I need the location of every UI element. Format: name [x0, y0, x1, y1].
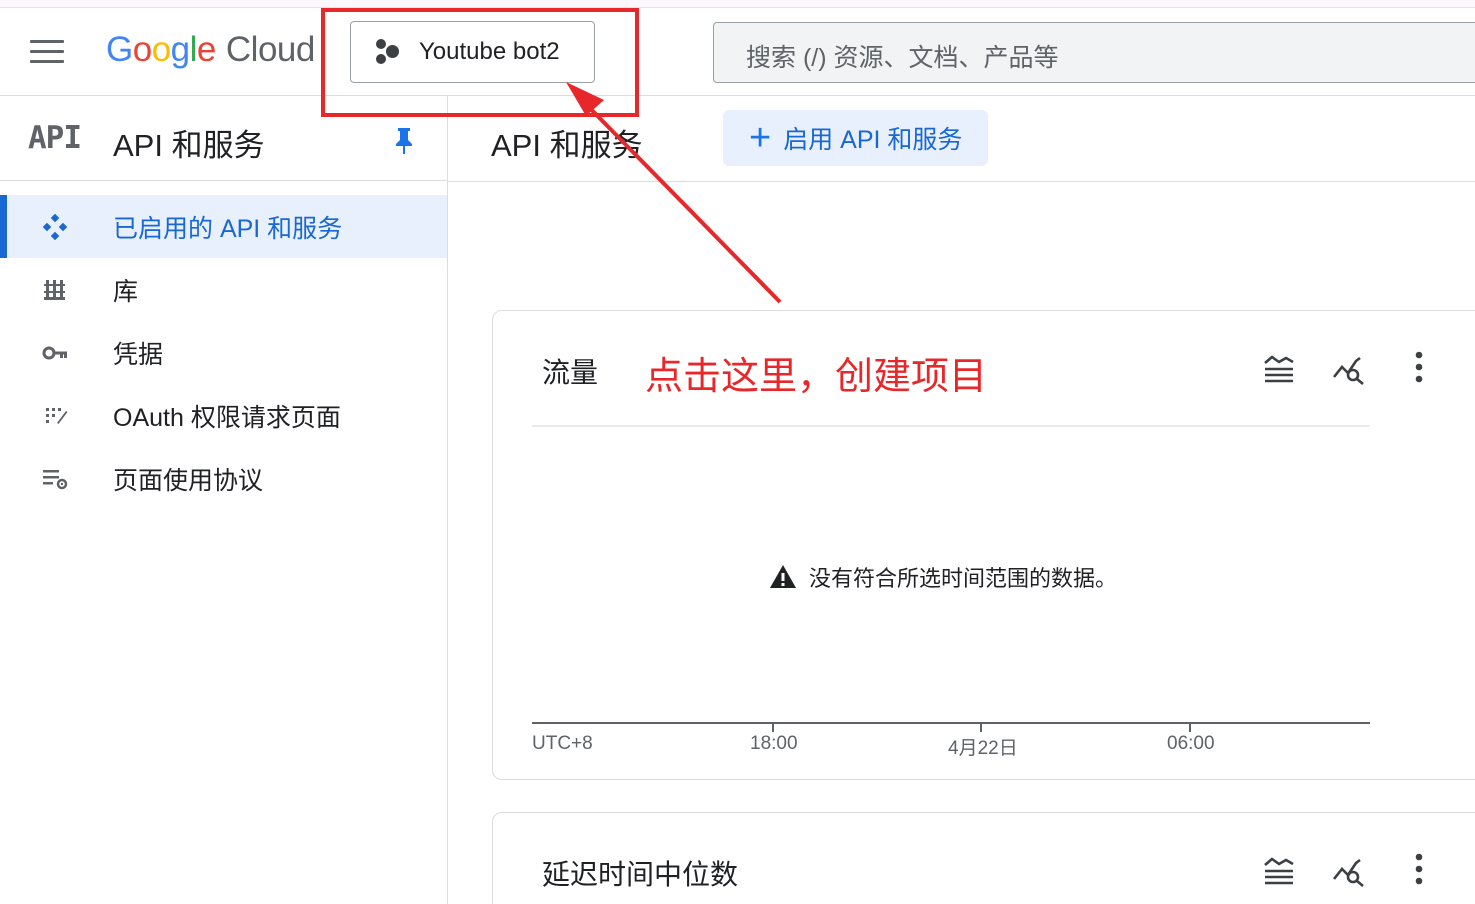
sidebar-item-enabled-apis[interactable]: 已启用的 API 和服务: [0, 195, 447, 258]
x-axis-tick-label: 4月22日: [948, 738, 1018, 759]
sidebar: API API 和服务 已启用的 API 和服务 库 凭据 OAuth 权限请求…: [0, 96, 448, 904]
warning-icon: [770, 565, 796, 588]
x-axis-tick-label: 06:00: [1167, 733, 1215, 754]
x-axis-tick: [980, 724, 982, 732]
no-data-text: 没有符合所选时间范围的数据。: [809, 566, 1118, 591]
api-logo-icon: API: [28, 120, 82, 156]
sidebar-item-label: OAuth 权限请求页面: [113, 403, 341, 432]
plus-icon: +: [749, 117, 772, 159]
explore-chart-icon[interactable]: [1331, 351, 1367, 387]
sidebar-title: API 和服务: [113, 128, 265, 163]
page-usage-agreements-icon: [43, 470, 68, 490]
latency-card: 延迟时间中位数: [492, 812, 1475, 904]
main-menu-button[interactable]: [30, 40, 64, 66]
top-header: Google Cloud Youtube bot2 搜索 (/) 资源、文档、产品…: [0, 8, 1475, 96]
project-picker-button[interactable]: Youtube bot2: [350, 21, 595, 83]
project-icon: [373, 37, 403, 67]
sidebar-item-page-usage-agreements[interactable]: 页面使用协议: [0, 447, 447, 510]
search-input[interactable]: 搜索 (/) 资源、文档、产品等: [713, 22, 1475, 83]
latency-card-title: 延迟时间中位数: [542, 859, 739, 890]
sidebar-item-label: 已启用的 API 和服务: [113, 214, 343, 243]
x-axis-tick-label: UTC+8: [532, 733, 593, 754]
key-icon: [42, 346, 67, 360]
traffic-card: 流量 点击这里，创建项目 没有符合所选时间范围的数据。 UTC+8 18:00: [492, 310, 1475, 780]
annotation-text: 点击这里，创建项目: [645, 356, 988, 398]
pin-icon[interactable]: [392, 126, 416, 156]
explore-chart-icon[interactable]: [1331, 853, 1367, 889]
sidebar-nav: 已启用的 API 和服务 库 凭据 OAuth 权限请求页面 页面使用协议: [0, 195, 447, 510]
sidebar-header: API API 和服务: [0, 96, 447, 181]
card-divider: [532, 425, 1370, 427]
project-name: Youtube bot2: [419, 38, 560, 65]
enable-apis-label: 启用 API 和服务: [783, 126, 963, 154]
menu-icon-bar: [30, 50, 64, 53]
browser-top-strip: [0, 0, 1475, 8]
x-axis-tick: [1189, 724, 1191, 732]
sidebar-item-label: 库: [113, 277, 139, 306]
x-axis: [532, 722, 1370, 724]
menu-icon-bar: [30, 40, 64, 43]
page-title: API 和服务: [491, 128, 643, 163]
no-data-message: 没有符合所选时间范围的数据。: [769, 561, 1117, 593]
legend-toggle-icon[interactable]: [1261, 853, 1297, 889]
main-header: API 和服务 + 启用 API 和服务: [448, 96, 1475, 182]
enable-apis-button[interactable]: + 启用 API 和服务: [723, 110, 988, 166]
library-icon: [44, 280, 65, 300]
oauth-consent-icon: [46, 408, 68, 424]
legend-toggle-icon[interactable]: [1261, 351, 1297, 387]
x-axis-tick: [772, 724, 774, 732]
menu-icon-bar: [30, 60, 64, 63]
more-options-icon[interactable]: [1401, 851, 1437, 887]
sidebar-item-library[interactable]: 库: [0, 258, 447, 321]
sidebar-item-label: 页面使用协议: [113, 466, 264, 495]
sidebar-item-label: 凭据: [113, 340, 164, 369]
sidebar-item-oauth-consent[interactable]: OAuth 权限请求页面: [0, 384, 447, 447]
google-cloud-logo[interactable]: Google Cloud: [106, 30, 315, 70]
enabled-apis-icon: [42, 213, 68, 241]
more-options-icon[interactable]: [1401, 349, 1437, 385]
search-placeholder: 搜索 (/) 资源、文档、产品等: [746, 44, 1059, 72]
x-axis-tick-label: 18:00: [750, 733, 798, 754]
sidebar-item-credentials[interactable]: 凭据: [0, 321, 447, 384]
traffic-card-title: 流量: [542, 357, 599, 388]
